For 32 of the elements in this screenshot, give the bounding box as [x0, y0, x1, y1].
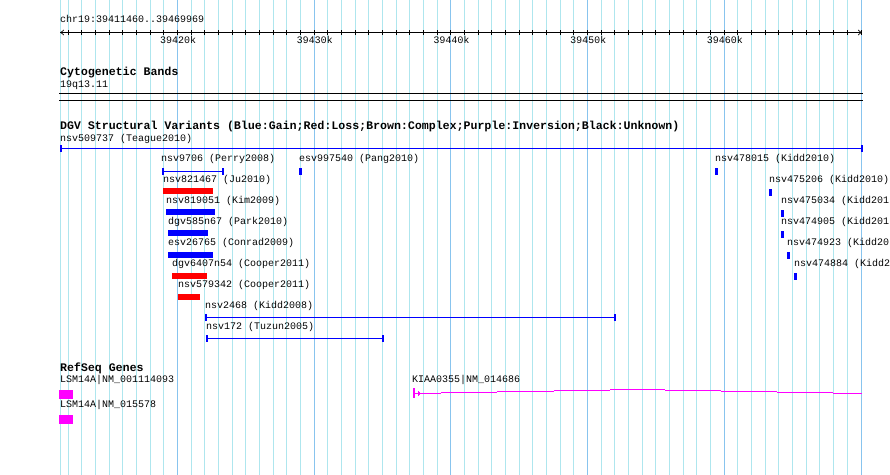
variant-label: dgv6407n54 (Cooper2011): [172, 260, 310, 270]
variant-label: nsv579342 (Cooper2011): [178, 281, 310, 291]
variant-label: nsv474884 (Kidd2: [794, 260, 890, 270]
variant-label: nsv509737 (Teague2010): [60, 135, 192, 145]
variant-label: nsv475206 (Kidd2010): [769, 176, 890, 186]
variant-label: dgv585n67 (Park2010): [168, 218, 288, 228]
band-label: 19q13.11: [60, 81, 108, 91]
variant-label: nsv821467 (Ju2010): [163, 176, 272, 186]
variant-label: nsv2468 (Kidd2008): [205, 302, 314, 312]
tick-label: 39440k: [433, 37, 470, 47]
variant-label: esv997540 (Pang2010): [299, 155, 420, 165]
gene-label: LSM14A|NM_001114093: [60, 376, 174, 386]
variant-label: nsv475034 (Kidd201: [781, 197, 890, 207]
tick-label: 39420k: [160, 37, 196, 47]
tick-label: 39450k: [570, 37, 606, 47]
region-label: chr19:39411460..39469969: [60, 16, 204, 26]
gene-label: KIAA0355|NM_014686: [412, 376, 520, 386]
variant-label: nsv819051 (Kim2009): [166, 197, 280, 207]
track-title: RefSeq Genes: [60, 364, 144, 374]
variant-label: nsv474905 (Kidd201: [781, 218, 890, 228]
variant-label: nsv478015 (Kidd2010): [715, 155, 836, 165]
tick-label: 39430k: [296, 37, 333, 47]
gene-label: LSM14A|NM_015578: [60, 401, 156, 411]
variant-label: esv26765 (Conrad2009): [168, 239, 294, 249]
tick-label: 39460k: [706, 37, 743, 47]
track-title: Cytogenetic Bands: [60, 68, 178, 78]
gene-block: [59, 390, 73, 399]
gene-block: [59, 415, 73, 424]
track-title: DGV Structural Variants (Blue:Gain;Red:Loss;Brown:Complex;Purple:Inversion;Black:Unknown): [60, 122, 680, 132]
variant-label: nsv172 (Tuzun2005): [206, 323, 314, 333]
variant-label: nsv474923 (Kidd20: [787, 239, 890, 249]
variant-label: nsv9706 (Perry2008): [161, 155, 276, 165]
